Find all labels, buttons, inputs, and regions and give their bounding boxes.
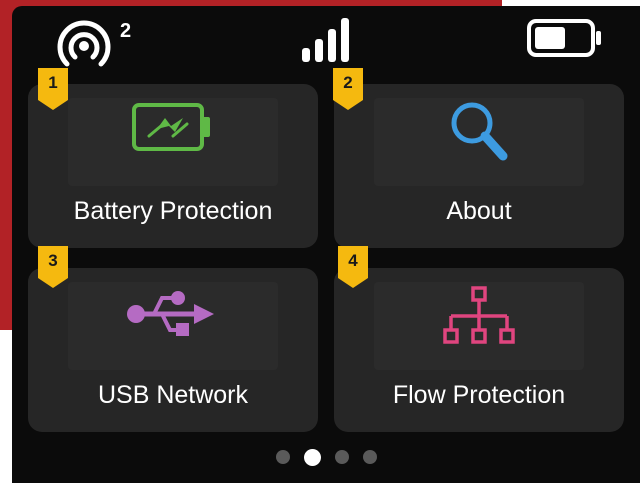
- tile-flow-protection[interactable]: Flow Protection: [334, 268, 624, 432]
- device-screen: 2 Battery Protection About USB Network F…: [12, 6, 640, 483]
- tile-label: Battery Protection: [73, 197, 273, 225]
- page-dot[interactable]: [275, 450, 290, 464]
- badge-number: 1: [48, 73, 58, 92]
- tile-label: Flow Protection: [392, 381, 566, 409]
- badge-number: 2: [343, 73, 353, 92]
- page-dot-active[interactable]: [303, 448, 321, 466]
- tile-label: USB Network: [97, 381, 249, 409]
- cellular-signal-icon: [300, 14, 356, 64]
- magnifier-icon: [447, 98, 511, 167]
- connected-clients-count: 2: [120, 20, 132, 42]
- tile-about[interactable]: About: [334, 84, 624, 248]
- tile-number-badge: 3: [38, 246, 68, 288]
- badge-number: 3: [48, 251, 58, 270]
- tile-number-badge: 1: [38, 68, 68, 110]
- tile-battery-protection[interactable]: Battery Protection: [28, 84, 318, 248]
- tile-label: About: [446, 197, 512, 225]
- usb-icon: [126, 288, 220, 345]
- tile-number-badge: 4: [338, 246, 368, 288]
- page-indicator: [12, 448, 640, 466]
- page-dot[interactable]: [362, 450, 377, 464]
- page-dot[interactable]: [334, 450, 349, 464]
- badge-number: 4: [348, 251, 358, 270]
- tile-number-badge: 2: [333, 68, 363, 110]
- network-tree-icon: [443, 286, 515, 353]
- tile-usb-network[interactable]: USB Network: [28, 268, 318, 432]
- battery-level-icon: [526, 18, 606, 58]
- battery-charging-icon: [131, 102, 215, 157]
- wireless-hotspot-icon: 2: [54, 20, 136, 68]
- status-bar: 2: [12, 6, 640, 70]
